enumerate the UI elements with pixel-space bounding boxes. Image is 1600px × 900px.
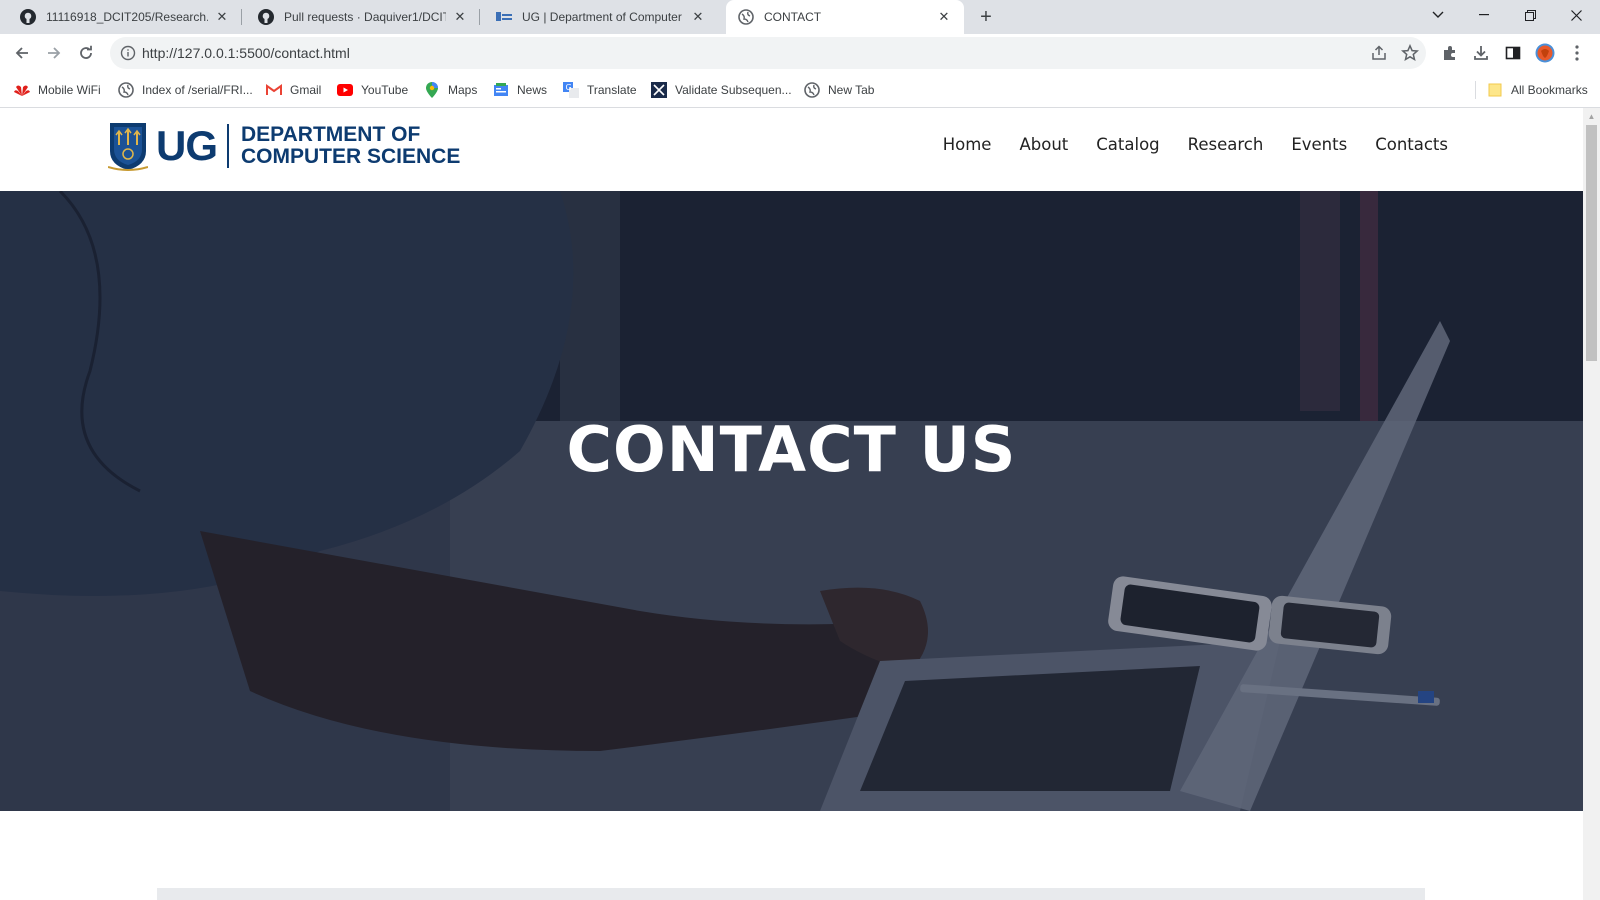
ug-favicon-icon [496,9,512,25]
bookmark-label: Mobile WiFi [38,83,101,97]
scroll-thumb[interactable] [1586,125,1597,361]
bookmark-label: Maps [448,83,478,97]
all-bookmarks-button[interactable]: All Bookmarks [1487,81,1588,99]
close-tab-icon[interactable]: ✕ [452,9,468,25]
bookmark-item[interactable]: G Translate [563,81,637,99]
logo-dept-line2: COMPUTER SCIENCE [241,145,461,168]
globe-icon [804,82,820,98]
bookmark-label: News [517,83,548,97]
bookmark-item[interactable]: Mobile WiFi [14,81,101,99]
bookmark-item[interactable]: Index of /serial/FRI... [118,81,253,99]
folder-icon [1487,82,1503,98]
logo-ug-text: UG [156,122,218,169]
bookmark-item[interactable]: Maps [424,81,477,99]
news-icon [493,82,509,98]
forward-icon[interactable] [40,39,68,67]
browser-tab[interactable]: UG | Department of Computer S ✕ [484,0,718,34]
tab-title: 11116918_DCIT205/Research.css [46,10,208,24]
close-tab-icon[interactable]: ✕ [690,9,706,25]
nav-catalog[interactable]: Catalog [1096,135,1159,154]
close-window-icon[interactable] [1553,0,1599,30]
svg-text:G: G [566,83,572,92]
page-scrollbar[interactable]: ▲ [1583,108,1600,900]
bookmark-label: Validate Subsequen... [675,83,792,97]
bookmark-label: YouTube [361,83,409,97]
github-icon [258,9,274,25]
hero-banner: CONTACT US [0,191,1583,811]
site-nav: Home About Catalog Research Events Conta… [943,135,1448,154]
bookmark-star-icon[interactable] [1400,43,1420,62]
bookmark-label: Index of /serial/FRI... [142,83,253,97]
tab-search-icon[interactable] [1415,0,1461,30]
share-icon[interactable] [1370,44,1388,62]
nav-home[interactable]: Home [943,135,992,154]
extensions-icon[interactable] [1440,43,1460,63]
browser-tab-active[interactable]: CONTACT ✕ [726,0,964,34]
ug-crest-icon [108,123,148,171]
globe-icon [118,82,134,98]
site-header: UG DEPARTMENT OF COMPUTER SCIENCE Home A… [0,108,1583,191]
bookmarks-bar: Mobile WiFi Index of /serial/FRI... Gmai… [0,72,1600,108]
github-icon [20,9,36,25]
browser-tab[interactable]: 11116918_DCIT205/Research.css ✕ [8,0,242,34]
profile-avatar-icon[interactable] [1535,43,1555,63]
bookmark-item[interactable]: New Tab [804,81,874,99]
bookmark-item[interactable]: YouTube [337,81,408,99]
globe-icon [738,9,754,25]
bookmark-item[interactable]: Gmail [266,81,321,99]
logo-divider [227,124,229,168]
all-bookmarks-label: All Bookmarks [1511,83,1588,97]
tab-strip: 11116918_DCIT205/Research.css ✕ Pull req… [0,0,1600,34]
translate-icon: G [563,82,579,98]
nav-events[interactable]: Events [1291,135,1347,154]
bookmark-item[interactable]: News [493,81,547,99]
map-embed[interactable] [157,888,1425,900]
browser-tab[interactable]: Pull requests · Daquiver1/DCIT_2 ✕ [246,0,480,34]
hero-background-image [0,191,1583,811]
site-logo[interactable]: UG DEPARTMENT OF COMPUTER SCIENCE [108,120,460,172]
close-tab-icon[interactable]: ✕ [936,9,952,25]
browser-toolbar: http://127.0.0.1:5500/contact.html [0,34,1600,72]
bookmark-item[interactable]: Validate Subsequen... [651,81,792,99]
nav-contacts[interactable]: Contacts [1375,135,1448,154]
youtube-icon [337,82,353,98]
hero-title: CONTACT US [566,413,1017,486]
bookmark-label: Gmail [290,83,322,97]
minimize-icon[interactable] [1461,0,1507,30]
logo-department-text: DEPARTMENT OF COMPUTER SCIENCE [241,124,460,168]
bookmark-label: Translate [587,83,637,97]
close-tab-icon[interactable]: ✕ [214,9,230,25]
back-icon[interactable] [8,39,36,67]
web-page: UG DEPARTMENT OF COMPUTER SCIENCE Home A… [0,108,1583,900]
logo-dept-line1: DEPARTMENT OF [241,123,421,146]
tab-title: UG | Department of Computer S [522,10,684,24]
bookmarks-divider [1475,81,1476,99]
reload-icon[interactable] [72,39,100,67]
tab-title: Pull requests · Daquiver1/DCIT_2 [284,10,446,24]
site-info-icon[interactable] [120,45,136,61]
url-text[interactable]: http://127.0.0.1:5500/contact.html [142,45,350,61]
nav-about[interactable]: About [1019,135,1068,154]
new-tab-button[interactable]: + [972,4,1000,30]
nav-research[interactable]: Research [1188,135,1264,154]
validate-icon [651,82,667,98]
address-bar[interactable]: http://127.0.0.1:5500/contact.html [110,37,1426,69]
download-icon[interactable] [1471,43,1491,63]
browser-menu-icon[interactable] [1567,43,1587,63]
restore-icon[interactable] [1507,0,1553,30]
scroll-up-icon[interactable]: ▲ [1587,112,1596,121]
tab-title: CONTACT [764,10,822,24]
huawei-icon [14,82,30,98]
maps-icon [424,82,440,98]
bookmark-label: New Tab [828,83,875,97]
gmail-icon [266,82,282,98]
side-panel-icon[interactable] [1503,43,1523,63]
